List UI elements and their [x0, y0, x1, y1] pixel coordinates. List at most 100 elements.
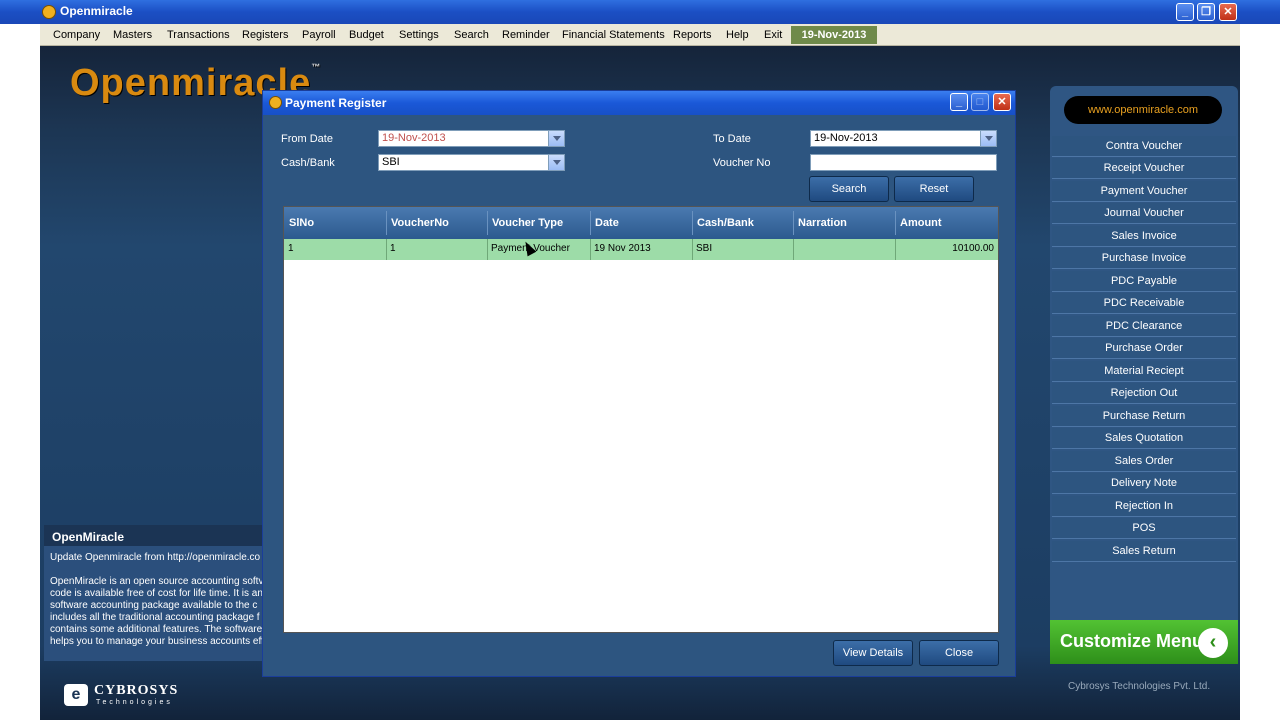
column-header-narration[interactable]: Narration — [798, 217, 847, 229]
from-date-picker[interactable]: 19-Nov-2013 — [378, 130, 565, 147]
sidebar-item-journal-voucher[interactable]: Journal Voucher — [1052, 203, 1236, 224]
sidebar-item-sales-order[interactable]: Sales Order — [1052, 451, 1236, 472]
chevron-down-icon[interactable] — [980, 131, 996, 146]
cash-bank-label: Cash/Bank — [281, 157, 335, 169]
menu-bar: Company Masters Transactions Registers P… — [40, 24, 1240, 46]
sidebar-item-sales-return[interactable]: Sales Return — [1052, 541, 1236, 562]
view-details-button[interactable]: View Details — [833, 640, 913, 666]
sidebar-item-purchase-return[interactable]: Purchase Return — [1052, 406, 1236, 427]
cybrosys-subtitle: Technologies — [96, 699, 173, 706]
table-row[interactable]: 1 1 Payment Voucher 19 Nov 2013 SBI 1010… — [284, 239, 998, 260]
close-app-button[interactable]: ✕ — [1219, 3, 1237, 21]
info-line: software accounting package available to… — [50, 600, 258, 611]
info-panel-title: OpenMiracle — [44, 525, 264, 546]
menu-reports[interactable]: Reports — [673, 29, 712, 41]
voucher-no-label: Voucher No — [713, 157, 771, 169]
sidebar-item-pdc-payable[interactable]: PDC Payable — [1052, 271, 1236, 292]
cell-divider — [793, 239, 794, 260]
voucher-no-input[interactable] — [810, 154, 997, 171]
sidebar-item-material-reciept[interactable]: Material Reciept — [1052, 361, 1236, 382]
column-header-slno[interactable]: SlNo — [289, 217, 314, 229]
payment-register-grid: SlNo VoucherNo Voucher Type Date Cash/Ba… — [283, 206, 999, 633]
sidebar-item-purchase-order[interactable]: Purchase Order — [1052, 338, 1236, 359]
cell-cash-bank: SBI — [696, 243, 713, 254]
menu-budget[interactable]: Budget — [349, 29, 384, 41]
cybrosys-logo: e CYBROSYS Technologies — [64, 682, 194, 708]
restore-button[interactable]: ❐ — [1197, 3, 1215, 21]
minimize-button[interactable]: _ — [1176, 3, 1194, 21]
chevron-down-icon[interactable] — [548, 155, 564, 170]
to-date-picker[interactable]: 19-Nov-2013 — [810, 130, 997, 147]
info-line: code is available free of cost for life … — [50, 588, 263, 599]
cell-divider — [590, 239, 591, 260]
update-link[interactable]: Update Openmiracle from http://openmirac… — [50, 552, 260, 564]
cell-divider — [487, 239, 488, 260]
dialog-maximize-button[interactable]: □ — [971, 93, 989, 111]
sidebar-item-sales-quotation[interactable]: Sales Quotation — [1052, 428, 1236, 449]
info-line: helps you to manage your business accoun… — [50, 636, 264, 647]
menu-financial-statements[interactable]: Financial Statements — [562, 29, 665, 41]
footer-credit: Cybrosys Technologies Pvt. Ltd. — [1068, 681, 1211, 692]
screen-edge-left — [0, 0, 40, 720]
sidebar-item-contra-voucher[interactable]: Contra Voucher — [1052, 136, 1236, 157]
cell-divider — [895, 239, 896, 260]
column-divider — [793, 211, 794, 235]
website-link[interactable]: www.openmiracle.com — [1064, 96, 1222, 124]
sidebar-item-receipt-voucher[interactable]: Receipt Voucher — [1052, 158, 1236, 179]
sidebar-item-pos[interactable]: POS — [1052, 518, 1236, 539]
info-line: contains some additional features. The s… — [50, 624, 263, 635]
cell-date: 19 Nov 2013 — [594, 243, 651, 254]
trademark-mark: ™ — [311, 62, 322, 72]
app-title: Openmiracle — [60, 4, 133, 18]
column-divider — [590, 211, 591, 235]
column-header-cash-bank[interactable]: Cash/Bank — [697, 217, 754, 229]
sidebar-item-pdc-clearance[interactable]: PDC Clearance — [1052, 316, 1236, 337]
search-button[interactable]: Search — [809, 176, 889, 202]
menu-settings[interactable]: Settings — [399, 29, 439, 41]
grid-header: SlNo VoucherNo Voucher Type Date Cash/Ba… — [284, 207, 998, 239]
menu-search[interactable]: Search — [454, 29, 489, 41]
menu-registers[interactable]: Registers — [242, 29, 288, 41]
sidebar-item-delivery-note[interactable]: Delivery Note — [1052, 473, 1236, 494]
cybrosys-badge-icon: e — [64, 684, 88, 706]
app-logo-icon — [42, 5, 56, 19]
column-divider — [895, 211, 896, 235]
cell-divider — [386, 239, 387, 260]
reset-button[interactable]: Reset — [894, 176, 974, 202]
column-header-voucher-type[interactable]: Voucher Type — [492, 217, 563, 229]
sidebar-item-sales-invoice[interactable]: Sales Invoice — [1052, 226, 1236, 247]
column-header-voucherno[interactable]: VoucherNo — [391, 217, 449, 229]
dialog-minimize-button[interactable]: _ — [950, 93, 968, 111]
dialog-title: Payment Register — [285, 96, 387, 110]
dialog-logo-icon — [269, 96, 282, 109]
close-button[interactable]: Close — [919, 640, 999, 666]
menu-company[interactable]: Company — [53, 29, 100, 41]
sidebar-item-payment-voucher[interactable]: Payment Voucher — [1052, 181, 1236, 202]
customize-menu-button[interactable]: Customize Menu ‹ — [1050, 620, 1238, 664]
dialog-titlebar: Payment Register _ □ ✕ — [263, 91, 1015, 115]
column-header-date[interactable]: Date — [595, 217, 619, 229]
menu-help[interactable]: Help — [726, 29, 749, 41]
info-line: OpenMiracle is an open source accounting… — [50, 576, 264, 587]
chevron-down-icon[interactable] — [548, 131, 564, 146]
column-divider — [487, 211, 488, 235]
menu-reminder[interactable]: Reminder — [502, 29, 550, 41]
menu-masters[interactable]: Masters — [113, 29, 152, 41]
quick-menu-sidebar: www.openmiracle.com Contra Voucher Recei… — [1050, 86, 1238, 664]
menu-payroll[interactable]: Payroll — [302, 29, 336, 41]
menu-transactions[interactable]: Transactions — [167, 29, 230, 41]
sidebar-item-purchase-invoice[interactable]: Purchase Invoice — [1052, 248, 1236, 269]
column-divider — [386, 211, 387, 235]
cell-slno: 1 — [288, 243, 294, 254]
column-header-amount[interactable]: Amount — [900, 217, 942, 229]
to-date-value: 19-Nov-2013 — [814, 132, 878, 144]
screen-edge-right — [1240, 0, 1280, 720]
app-titlebar: Openmiracle _ ❐ ✕ — [0, 0, 1280, 24]
sidebar-item-rejection-in[interactable]: Rejection In — [1052, 496, 1236, 517]
cash-bank-select[interactable]: SBI — [378, 154, 565, 171]
menu-exit[interactable]: Exit — [764, 29, 782, 41]
cash-bank-value: SBI — [382, 156, 400, 168]
sidebar-item-rejection-out[interactable]: Rejection Out — [1052, 383, 1236, 404]
sidebar-item-pdc-receivable[interactable]: PDC Receivable — [1052, 293, 1236, 314]
dialog-close-icon[interactable]: ✕ — [993, 93, 1011, 111]
